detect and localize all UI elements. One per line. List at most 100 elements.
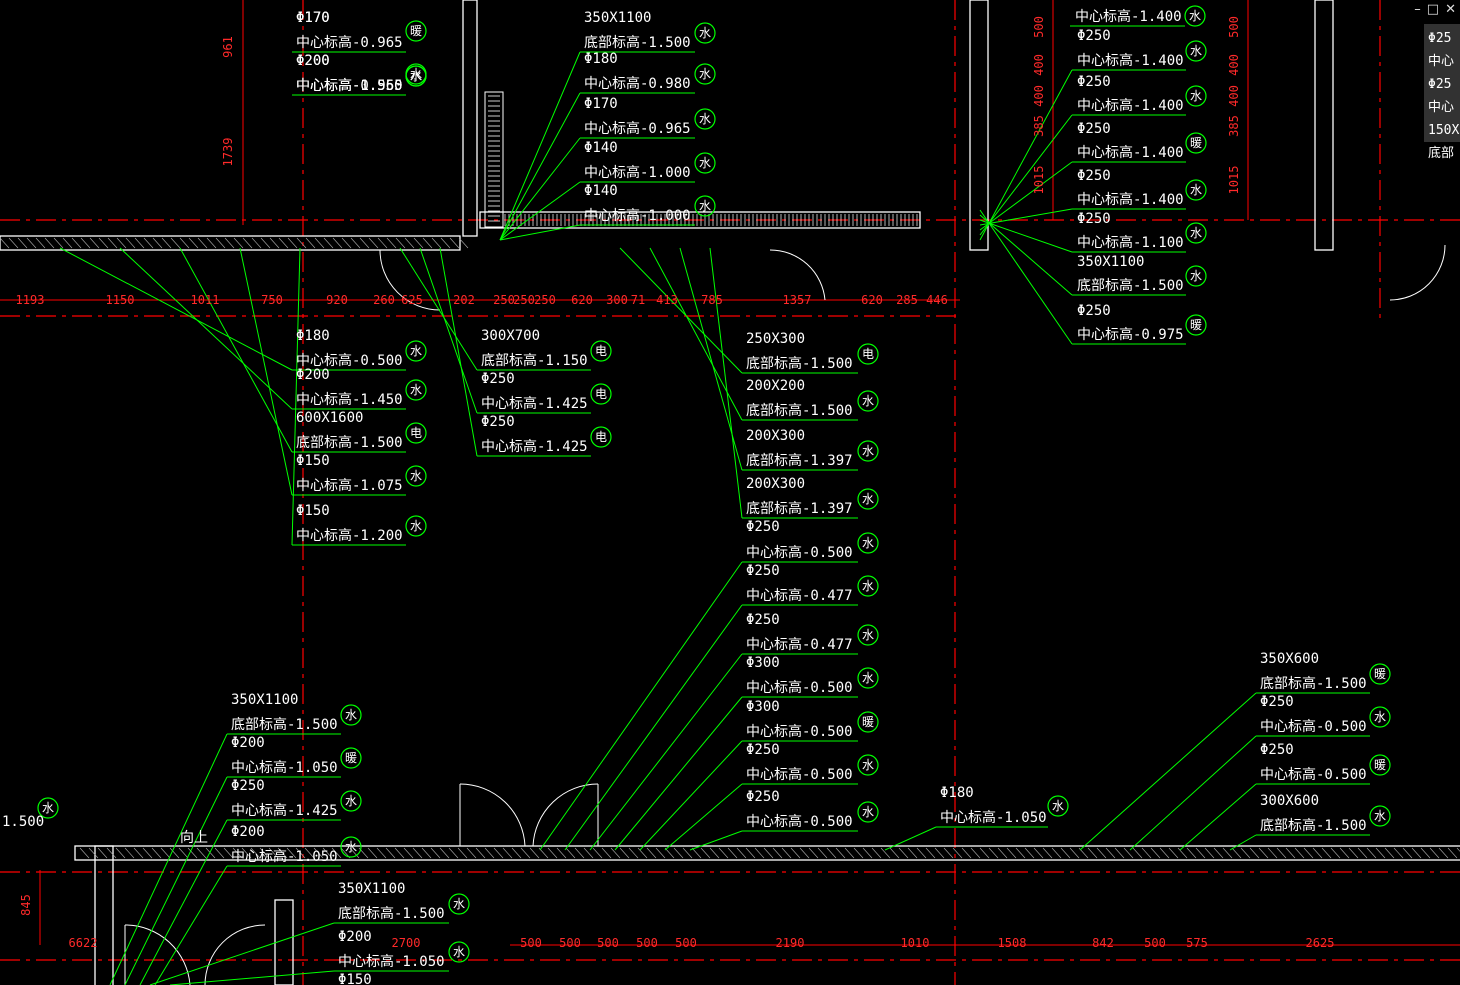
hatch-mark [386,237,397,249]
tag-label: 暖 [1374,667,1386,681]
annotation-label: Φ250 [746,742,780,758]
hatch-mark [1357,847,1368,859]
tag-label: 水 [699,199,711,213]
annotation-label: 中心标高-0.500 [1260,718,1367,735]
hatch-mark [0,237,10,249]
radiator [484,91,504,228]
dimension-value: 961 [221,36,235,58]
dimension-value: 385 [1227,115,1241,137]
tag-label: 水 [699,26,711,40]
annotation-label: 中心标高-0.500 [746,813,853,830]
annotation-label: Φ140 [584,183,618,199]
annotation-label: 中心标高-0.965 [584,120,691,137]
dimension-value: 1015 [1227,166,1241,195]
hatch-mark [745,847,756,859]
dimension-value: 500 [675,936,697,950]
annotation-label: Φ150 [338,972,372,985]
hatch-mark [1267,847,1278,859]
tag-label: 水 [699,112,711,126]
hatch-mark [125,237,136,249]
hatch-mark [8,237,19,249]
annotation-label: 中心标高-1.425 [231,802,338,819]
annotation-label: Φ180 [940,785,974,801]
annotation-label: 底部标高-1.500 [1260,817,1367,834]
annotation-label: 底部标高-1.500 [231,716,338,733]
tag-label: 电 [595,387,607,401]
annotation-label: Φ180 [584,51,618,67]
hatch-mark [1294,847,1305,859]
hatch-mark [440,237,451,249]
hatch-mark [1420,847,1431,859]
dimension-value: 2700 [392,936,421,950]
annotation-label: 中心标高-1.050 [231,759,338,776]
hatch-mark [359,237,370,249]
annotation-label: 底部标高-1.397 [746,500,853,517]
dimension-value: 1508 [998,936,1027,950]
hatch-mark [124,847,135,859]
leader-line [179,247,293,453]
dimension-value: 400 [1032,85,1046,107]
wall [274,899,294,985]
hatch-mark [1132,847,1143,859]
annotation-label: Φ250 [1260,742,1294,758]
hatch-mark [1285,847,1296,859]
annotation-label: 350X1100 [231,692,298,708]
annotation-label: 底部标高-1.500 [584,34,691,51]
dimension-value: 620 [861,293,883,307]
hatch-mark [341,237,352,249]
hatch-mark [323,237,334,249]
tag-label: 水 [1190,269,1202,283]
hatch-mark [709,847,720,859]
dimension-value: 1150 [106,293,135,307]
hatch-mark [1321,847,1332,859]
annotation-label: 底部标高-1.397 [746,452,853,469]
hatch-mark [332,237,343,249]
hatch-mark [35,237,46,249]
tag-label: 暖 [1190,318,1202,332]
annotation-label: 350X1100 [338,881,405,897]
hatch-mark [781,847,792,859]
annotation-label: 中心标高-1.000 [584,164,691,181]
hatch-mark [484,847,495,859]
annotation-label: 中心标高-0.500 [1260,766,1367,783]
leader-line [619,247,743,374]
dimension-value: 400 [1227,85,1241,107]
annotation-label: 350X1100 [584,10,651,26]
tag-label: 水 [410,344,422,358]
cad-drawing-canvas[interactable]: Φ170 中心标高-0.965 水 Φ200 中心标高-1.550 水 Φ170 中心标高-0… [0,0,1460,985]
annotation-label: 中心标高-1.425 [481,438,588,455]
leader-line [1079,692,1257,851]
hatch-mark [547,847,558,859]
annotation-label: 中心标高-0.500 [746,544,853,561]
hatch-mark [160,847,171,859]
hatch-mark [790,847,801,859]
hatch-mark [1141,847,1152,859]
hatch-mark [151,847,162,859]
leader-line [979,219,1073,253]
hatch-mark [808,847,819,859]
hatch-mark [1276,847,1287,859]
hatch-mark [844,847,855,859]
hatch-mark [952,847,963,859]
dimension-value: 2625 [1306,936,1335,950]
annotation-label: Φ250 [1077,168,1111,184]
leader-line [979,69,1073,241]
hatch-mark [1339,847,1350,859]
annotation-label: Φ300 [746,655,780,671]
dimension-value: 1193 [16,293,45,307]
hatch-mark [395,237,406,249]
hatch-mark [26,237,37,249]
hatch-mark [143,237,154,249]
tag-label: 水 [1052,799,1064,813]
side-panel-text: 中心 [1428,100,1454,115]
tag-label: 电 [595,344,607,358]
tag-label: 水 [1190,89,1202,103]
tag-label: 水 [862,628,874,642]
hatch-mark [925,847,936,859]
leader-line [154,865,228,985]
annotation-label: 中心标高-0.500 [746,766,853,783]
hatch-mark [1249,847,1260,859]
annotation-label: Φ250 [746,563,780,579]
tag-label: 暖 [862,715,874,729]
hatch-mark [826,847,837,859]
